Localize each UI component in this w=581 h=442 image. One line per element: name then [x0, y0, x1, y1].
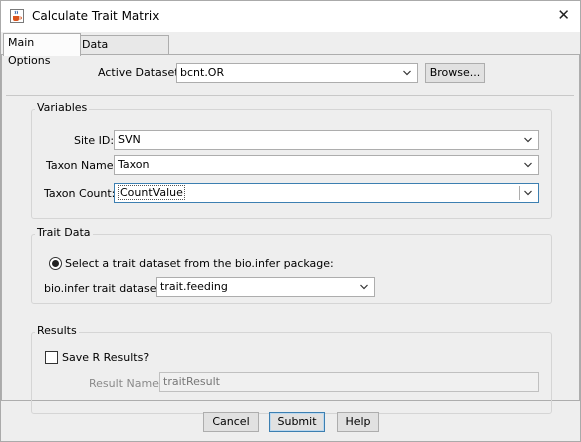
browse-button[interactable]: Browse... [425, 63, 485, 83]
active-dataset-label: Active Dataset: [98, 66, 183, 79]
site-id-label: Site ID: [74, 134, 115, 147]
chevron-down-icon [524, 190, 532, 196]
trait-dataset-label: bio.infer trait dataset: [44, 282, 165, 295]
submit-button[interactable]: Submit [269, 412, 325, 432]
tab-data-subsetting[interactable]: Data Subsetting [77, 35, 169, 69]
result-name-value: traitResult [163, 375, 220, 388]
tab-main-options[interactable]: Main Options [3, 33, 81, 67]
dialog-window: Calculate Trait Matrix ✕ Main Options Da… [0, 0, 581, 442]
site-id-select[interactable]: SVN [114, 130, 539, 150]
browse-button-label: Browse... [429, 66, 481, 79]
taxon-name-select[interactable]: Taxon [114, 155, 539, 175]
trait-dataset-value: trait.feeding [160, 280, 228, 293]
chevron-down-icon [403, 70, 411, 76]
submit-button-label: Submit [277, 415, 317, 428]
chevron-down-icon [524, 137, 532, 143]
taxon-name-value: Taxon [118, 158, 150, 171]
save-results-checkbox[interactable] [45, 351, 58, 364]
active-dataset-value: bcnt.OR [180, 66, 225, 79]
site-id-value: SVN [118, 133, 141, 146]
taxon-count-value: CountValue [118, 185, 185, 200]
tab-panel-main-options: Active Dataset: bcnt.OR Browse... Variab… [1, 54, 580, 414]
trait-dataset-radio-label: Select a trait dataset from the bio.infe… [65, 257, 334, 270]
combo-divider [519, 186, 520, 200]
button-bar: Cancel Submit Help [1, 400, 580, 441]
trait-dataset-select[interactable]: trait.feeding [156, 277, 375, 297]
help-button-label: Help [345, 415, 371, 428]
result-name-input[interactable]: traitResult [159, 372, 539, 392]
taxon-name-label: Taxon Name: [46, 159, 118, 172]
trait-data-title: Trait Data [35, 226, 93, 239]
taxon-count-select[interactable]: CountValue [114, 183, 539, 203]
save-results-label: Save R Results? [62, 351, 150, 364]
radio-dot [52, 260, 59, 267]
help-button[interactable]: Help [337, 412, 379, 432]
window-title: Calculate Trait Matrix [32, 9, 160, 23]
cancel-button-label: Cancel [212, 415, 250, 428]
separator [6, 95, 574, 96]
result-name-label: Result Name: [89, 377, 163, 390]
taxon-count-label: Taxon Count: [44, 187, 116, 200]
java-cup-icon [10, 9, 24, 23]
variables-title: Variables [35, 101, 90, 114]
results-title: Results [35, 324, 79, 337]
chevron-down-icon [360, 284, 368, 290]
trait-dataset-radio[interactable] [49, 257, 62, 270]
chevron-down-icon [524, 162, 532, 168]
tab-label: Main Options [8, 36, 51, 67]
tab-strip: Main Options Data Subsetting [1, 33, 580, 69]
close-icon[interactable]: ✕ [557, 6, 570, 24]
title-bar[interactable]: Calculate Trait Matrix ✕ [1, 1, 580, 32]
active-dataset-select[interactable]: bcnt.OR [176, 63, 418, 83]
cancel-button[interactable]: Cancel [203, 412, 259, 432]
